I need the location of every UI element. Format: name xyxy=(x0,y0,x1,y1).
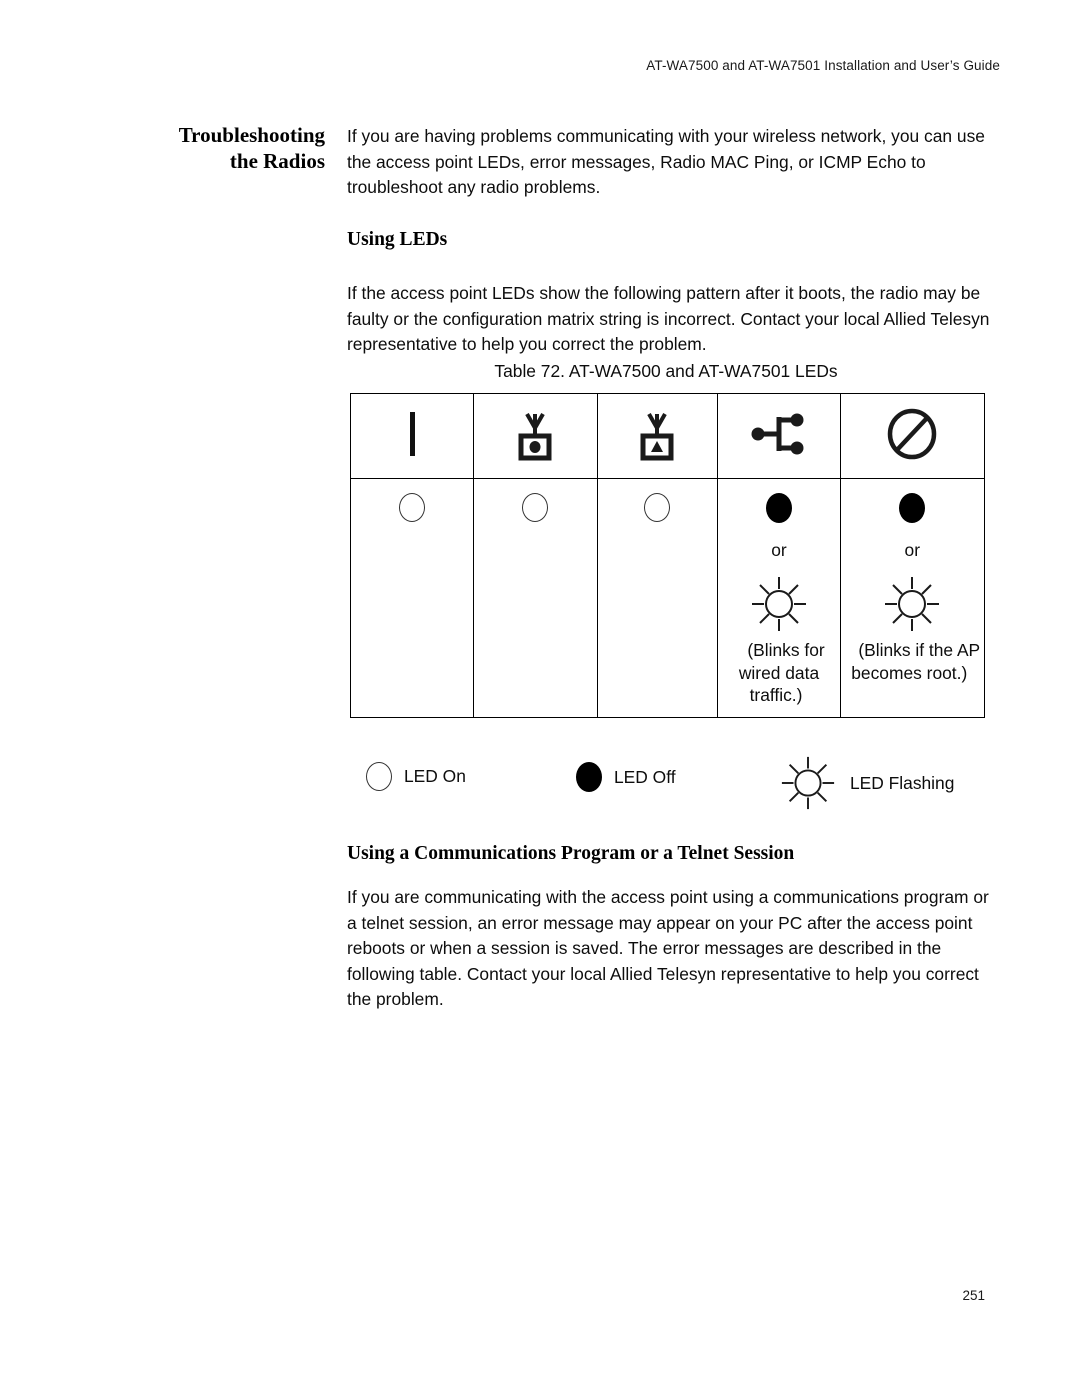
state-wrap-radio1 xyxy=(474,479,596,527)
state-wrap-power xyxy=(351,479,473,527)
led-legend: LED On LED Off LED Flashing xyxy=(358,752,998,810)
intro-paragraph-block: If you are having problems communicating… xyxy=(347,124,992,201)
led-status-table: or (Blinks for wired data traffic.) or (… xyxy=(349,393,986,718)
network-branch-icon xyxy=(748,411,810,457)
table-icon-row xyxy=(349,393,986,479)
radio-triangle-icon xyxy=(629,406,685,462)
legend-label-led-flashing: LED Flashing xyxy=(850,772,955,793)
legend-label-led-on: LED On xyxy=(404,766,466,786)
using-leds-heading-block: Using LEDs xyxy=(347,228,992,252)
table-cell-icon-radio2 xyxy=(596,393,719,479)
comm-section-heading: Using a Communications Program or a Teln… xyxy=(347,843,795,864)
state-wrap-root: or (Blinks if the AP becomes root.) xyxy=(841,479,984,684)
table-caption: Table 72. AT-WA7500 and AT-WA7501 LEDs xyxy=(494,361,838,381)
comm-section-paragraph: If you are communicating with the access… xyxy=(347,887,989,1010)
power-bar-icon xyxy=(409,411,415,456)
table-state-row: or (Blinks for wired data traffic.) or (… xyxy=(349,478,986,718)
page-title-line-1: Troubleshooting xyxy=(178,123,325,147)
state-wrap-radio2 xyxy=(598,479,718,527)
blink-note-network: (Blinks for wired data traffic.) xyxy=(738,640,825,705)
or-label-root: or xyxy=(904,540,920,560)
led-flashing-icon xyxy=(778,754,838,812)
using-leds-heading: Using LEDs xyxy=(347,229,448,250)
document-page: AT-WA7500 and AT-WA7501 Installation and… xyxy=(0,0,1080,1397)
legend-item-led-flashing: LED Flashing xyxy=(778,754,954,812)
using-leds-paragraph: If the access point LEDs show the follow… xyxy=(347,283,990,355)
page-title-line-2: the Radios xyxy=(229,149,325,173)
table-cell-state-radio2 xyxy=(596,478,719,718)
legend-item-led-off: LED Off xyxy=(576,762,676,792)
table-cell-icon-root xyxy=(839,393,986,479)
blink-note-root: (Blinks if the AP becomes root.) xyxy=(851,640,981,683)
comm-paragraph-block: If you are communicating with the access… xyxy=(347,885,992,1013)
led-on-icon xyxy=(399,493,426,522)
using-leds-paragraph-block: If the access point LEDs show the follow… xyxy=(347,281,992,358)
led-off-icon xyxy=(576,762,602,792)
table-cell-icon-power xyxy=(349,393,475,479)
table-cell-state-power xyxy=(349,478,475,718)
table-cell-icon-network xyxy=(717,393,841,479)
table-cell-state-network: or (Blinks for wired data traffic.) xyxy=(717,478,841,718)
or-label-network: or xyxy=(771,540,787,560)
led-off-icon xyxy=(766,493,792,523)
intro-paragraph: If you are having problems communicating… xyxy=(347,126,985,198)
led-on-icon xyxy=(644,493,671,522)
comm-heading-block: Using a Communications Program or a Teln… xyxy=(347,842,992,866)
legend-label-led-off: LED Off xyxy=(614,766,676,787)
led-flashing-icon xyxy=(718,574,839,639)
legend-item-led-on: LED On xyxy=(366,762,466,791)
table-cell-icon-radio1 xyxy=(473,393,598,479)
led-off-icon xyxy=(899,493,926,523)
state-wrap-network: or (Blinks for wired data traffic.) xyxy=(718,479,839,707)
radio-dot-icon xyxy=(507,406,563,462)
table-cell-state-radio1 xyxy=(473,478,598,718)
table-cell-state-root: or (Blinks if the AP becomes root.) xyxy=(839,478,986,718)
circle-slash-icon xyxy=(886,407,938,459)
led-flashing-icon xyxy=(841,574,984,639)
led-on-icon xyxy=(522,493,549,522)
running-header: AT-WA7500 and AT-WA7501 Installation and… xyxy=(646,58,1000,73)
led-on-icon xyxy=(366,762,392,791)
page-title: Troubleshooting the Radios xyxy=(95,122,325,174)
page-number: 251 xyxy=(962,1288,985,1303)
